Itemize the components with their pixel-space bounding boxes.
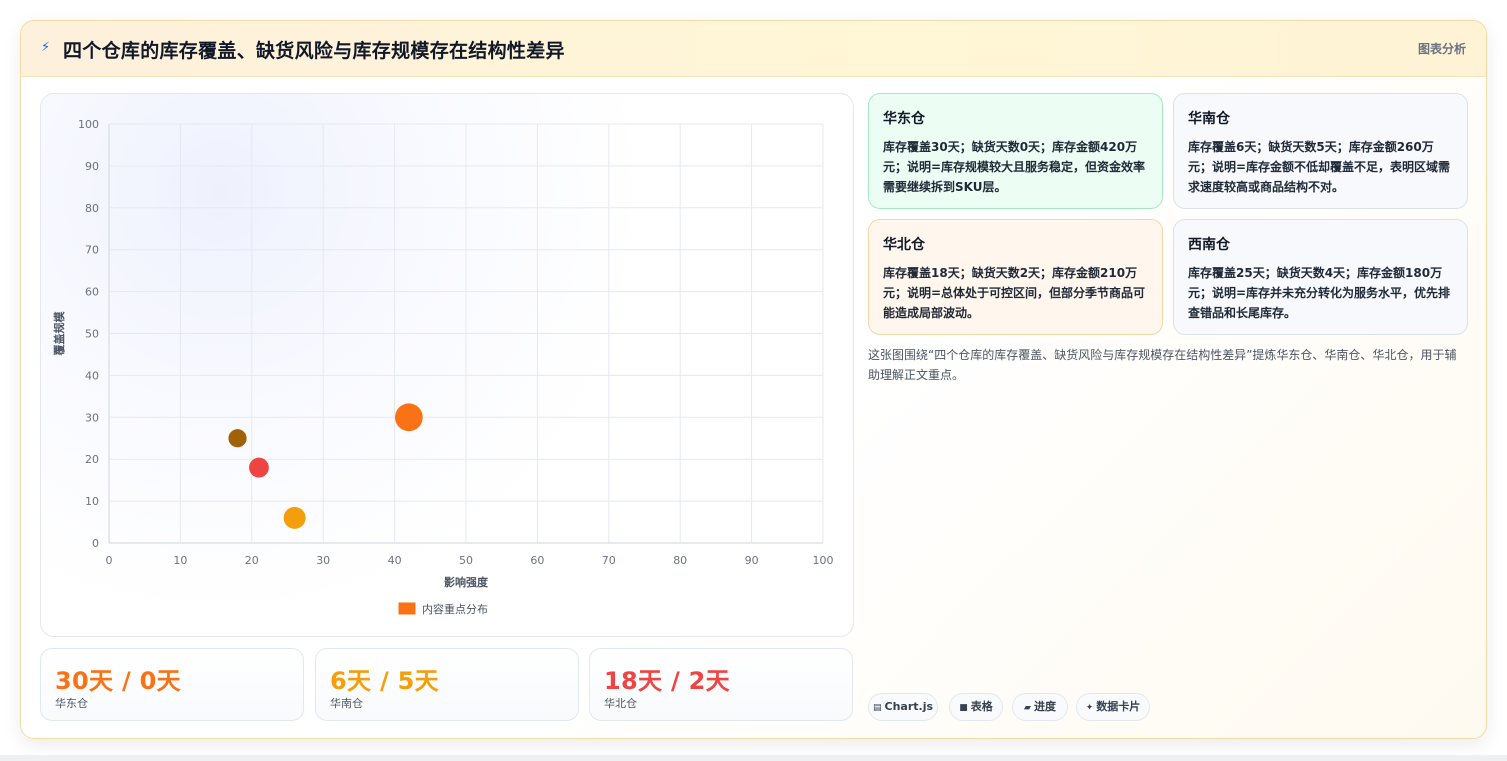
stat-label: 华南仓 <box>330 697 363 710</box>
stat-card-east: 30天 / 0天 华东仓 <box>40 648 304 721</box>
chip-progress[interactable]: ▰ 进度 <box>1012 693 1068 721</box>
info-card-title: 西南仓 <box>1188 237 1230 253</box>
info-card-east: 华东仓 库存覆盖30天；缺货天数0天；库存金额420万元；说明=库存规模较大且服… <box>868 93 1163 209</box>
info-card-text: 库存覆盖25天；缺货天数4天；库存金额180万元；说明=库存并未充分转化为服务水… <box>1188 266 1451 320</box>
x-tick-label: 20 <box>245 554 259 567</box>
chip-label: 进度 <box>1033 700 1056 713</box>
chip-label: Chart.js <box>884 700 934 713</box>
legend-label: 内容重点分布 <box>422 602 488 616</box>
y-tick-label: 70 <box>85 244 99 257</box>
info-card-title: 华北仓 <box>883 237 925 253</box>
y-tick-label: 0 <box>92 537 99 550</box>
info-card-title: 华南仓 <box>1188 111 1230 127</box>
info-card-text: 库存覆盖6天；缺货天数5天；库存金额260万元；说明=库存金额不低却覆盖不足，表… <box>1188 140 1451 194</box>
chip-data-card[interactable]: ✦ 数据卡片 <box>1076 693 1150 721</box>
stat-label: 华北仓 <box>604 697 637 710</box>
table-icon: ■ <box>959 703 968 713</box>
data-point <box>394 403 423 432</box>
info-card-north: 华北仓 库存覆盖18天；缺货天数2天；库存金额210万元；说明=总体处于可控区间… <box>868 219 1163 335</box>
x-tick-label: 50 <box>459 554 473 567</box>
stat-card-south: 6天 / 5天 华南仓 <box>315 648 579 721</box>
page-bottom-edge <box>0 755 1507 761</box>
y-tick-label: 30 <box>85 411 99 424</box>
y-tick-label: 50 <box>85 328 99 341</box>
data-point <box>283 506 306 529</box>
x-tick-label: 90 <box>745 554 759 567</box>
stat-value: 30天 / 0天 <box>55 667 181 695</box>
info-card-southwest: 西南仓 库存覆盖25天；缺货天数4天；库存金额180万元；说明=库存并未充分转化… <box>1173 219 1468 335</box>
stat-card-north: 18天 / 2天 华北仓 <box>589 648 853 721</box>
chip-table[interactable]: ■ 表格 <box>949 693 1003 721</box>
x-axis-label: 影响强度 <box>444 575 489 589</box>
chart-note: 这张图围绕“四个仓库的库存覆盖、缺货风险与库存规模存在结构性差异”提炼华东仓、华… <box>868 348 1457 382</box>
info-card-text: 库存覆盖18天；缺货天数2天；库存金额210万元；说明=总体处于可控区间，但部分… <box>883 266 1146 320</box>
y-tick-label: 100 <box>78 118 99 131</box>
info-card-title: 华东仓 <box>883 111 925 127</box>
y-tick-label: 40 <box>85 369 99 382</box>
y-tick-label: 80 <box>85 202 99 215</box>
legend-swatch <box>398 602 416 615</box>
chart-icon: ▤ <box>872 703 882 713</box>
y-tick-label: 90 <box>85 160 99 173</box>
data-point <box>249 457 269 478</box>
chart-card: ⚡ 四个仓库的库存覆盖、缺货风险与库存规模存在结构性差异 图表分析 0 10 20 3… <box>20 20 1487 739</box>
page-title: 四个仓库的库存覆盖、缺货风险与库存规模存在结构性差异 <box>63 40 565 62</box>
x-tick-label: 70 <box>602 554 616 567</box>
stat-value: 6天 / 5天 <box>330 667 439 695</box>
info-card-south: 华南仓 库存覆盖6天；缺货天数5天；库存金额260万元；说明=库存金额不低却覆盖… <box>1173 93 1468 209</box>
y-tick-label: 10 <box>85 495 99 508</box>
lightning-icon: ⚡ <box>41 40 51 55</box>
stat-label: 华东仓 <box>55 697 88 710</box>
y-tick-label: 60 <box>85 286 99 299</box>
x-tick-label: 40 <box>388 554 402 567</box>
x-tick-label: 10 <box>173 554 187 567</box>
sparkle-icon: ✦ <box>1085 703 1094 713</box>
bubble-chart: 0 10 20 30 40 50 60 70 80 90 100100908070605040302… <box>52 118 834 616</box>
x-tick-label: 60 <box>530 554 544 567</box>
y-axis-label: 覆盖规模 <box>52 311 66 356</box>
stat-value: 18天 / 2天 <box>604 667 730 695</box>
chip-label: 表格 <box>970 700 993 713</box>
info-card-text: 库存覆盖30天；缺货天数0天；库存金额420万元；说明=库存规模较大且服务稳定，… <box>883 140 1146 194</box>
chip-chartjs[interactable]: ▤ Chart.js <box>868 693 938 721</box>
progress-icon: ▰ <box>1024 703 1031 713</box>
x-tick-label: 0 <box>106 554 113 567</box>
y-tick-label: 20 <box>85 453 99 466</box>
chip-label: 数据卡片 <box>1096 700 1141 713</box>
x-tick-label: 100 <box>813 554 834 567</box>
scatter-chart-panel: 0 10 20 30 40 50 60 70 80 90 100 100 90 80 70 60 50 40 30 2… <box>40 93 854 637</box>
x-tick-label: 30 <box>316 554 330 567</box>
data-point <box>228 429 247 448</box>
card-header: ⚡ 四个仓库的库存覆盖、缺货风险与库存规模存在结构性差异 图表分析 <box>21 21 1486 77</box>
x-tick-label: 80 <box>673 554 687 567</box>
header-tag: 图表分析 <box>1417 42 1466 56</box>
